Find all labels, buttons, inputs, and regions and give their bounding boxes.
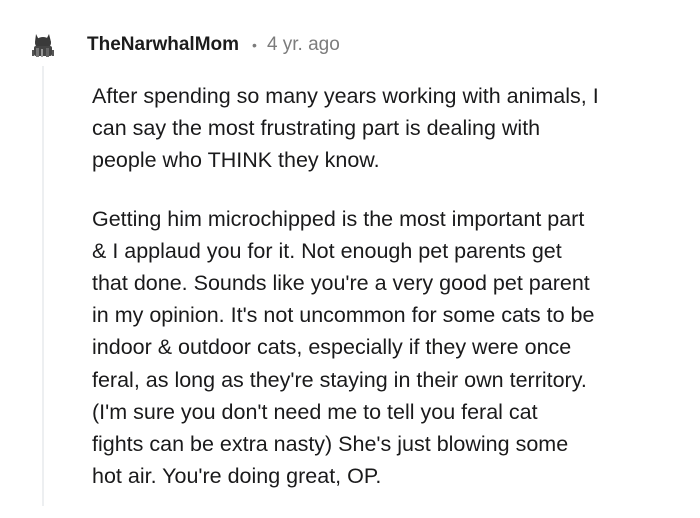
text-line: people who THINK they know. — [92, 148, 380, 173]
comment-paragraph-1: After spending so many years working wit… — [92, 80, 682, 177]
text-line: that done. Sounds like you're a very goo… — [92, 271, 590, 296]
text-line: Getting him microchipped is the most imp… — [92, 206, 585, 231]
text-line: hot air. You're doing great, OP. — [92, 464, 382, 489]
text-line: can say the most frustrating part is dea… — [92, 116, 541, 141]
text-line: (I'm sure you don't need me to tell you … — [92, 399, 538, 424]
text-line: feral, as long as they're staying in the… — [92, 367, 587, 392]
text-line: After spending so many years working wit… — [92, 84, 599, 108]
cat-avatar-icon[interactable] — [28, 30, 58, 60]
comment-body: After spending so many years working wit… — [92, 80, 682, 518]
comment-header: TheNarwhalMom • 4 yr. ago — [87, 33, 340, 57]
comment-paragraph-2: Getting him microchipped is the most imp… — [92, 203, 682, 493]
thread-line[interactable] — [42, 66, 44, 506]
text-line: indoor & outdoor cats, especially if the… — [92, 335, 572, 360]
text-line: fights can be extra nasty) She's just bl… — [92, 432, 569, 457]
separator-dot: • — [252, 37, 257, 53]
timestamp[interactable]: 4 yr. ago — [267, 34, 340, 56]
username-link[interactable]: TheNarwhalMom — [87, 34, 239, 56]
text-line: & I applaud you for it. Not enough pet p… — [92, 238, 562, 263]
comment: TheNarwhalMom • 4 yr. ago After spending… — [0, 0, 700, 506]
text-line: in my opinion. It's not uncommon for som… — [92, 303, 595, 328]
